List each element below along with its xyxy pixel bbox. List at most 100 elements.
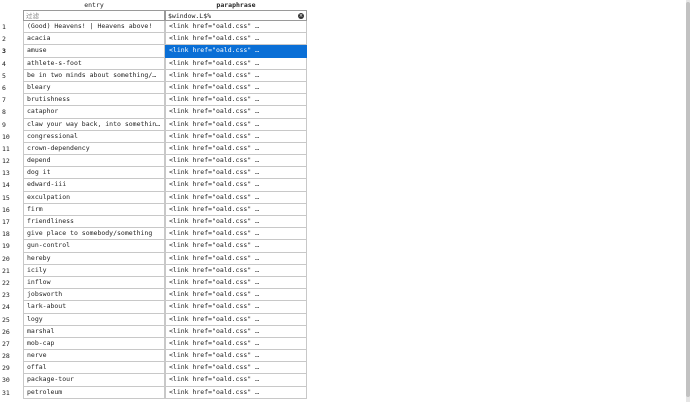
row-number[interactable]: 24 bbox=[2, 301, 22, 313]
row-number[interactable]: 31 bbox=[2, 387, 22, 399]
paraphrase-cell[interactable]: <link href="oald.css" … bbox=[165, 45, 307, 58]
paraphrase-cell[interactable]: <link href="oald.css" … bbox=[165, 106, 307, 119]
row-number[interactable]: 26 bbox=[2, 326, 22, 338]
row-number[interactable]: 4 bbox=[2, 58, 22, 70]
table-row[interactable]: 18 give place to somebody/something <link … bbox=[0, 228, 690, 241]
entry-cell[interactable]: crown-dependency bbox=[23, 142, 165, 156]
row-number[interactable]: 6 bbox=[2, 82, 22, 94]
paraphrase-cell[interactable]: <link href="oald.css" … bbox=[165, 276, 307, 290]
paraphrase-filter-input[interactable] bbox=[166, 11, 306, 20]
row-number[interactable]: 13 bbox=[2, 167, 22, 179]
row-number[interactable]: 28 bbox=[2, 350, 22, 362]
entry-cell[interactable]: be in two minds about something/… bbox=[23, 69, 165, 82]
column-header-entry[interactable]: entry bbox=[23, 0, 165, 10]
row-number[interactable]: 27 bbox=[2, 338, 22, 350]
paraphrase-cell[interactable]: <link href="oald.css" … bbox=[165, 252, 307, 265]
entry-cell[interactable]: cataphor bbox=[23, 106, 165, 119]
paraphrase-cell[interactable]: <link href="oald.css" … bbox=[165, 94, 307, 107]
entry-cell[interactable]: package-tour bbox=[23, 374, 165, 387]
entry-cell[interactable]: acacia bbox=[23, 33, 165, 46]
row-number[interactable]: 9 bbox=[2, 119, 22, 131]
row-number[interactable]: 2 bbox=[2, 33, 22, 45]
paraphrase-cell[interactable]: <link href="oald.css" … bbox=[165, 118, 307, 131]
table-row[interactable]: 15 exculpation <link href="oald.css" … bbox=[0, 191, 690, 204]
paraphrase-cell[interactable]: <link href="oald.css" … bbox=[165, 362, 307, 375]
entry-cell[interactable]: depend bbox=[23, 155, 165, 168]
entry-cell[interactable]: offal bbox=[23, 362, 165, 375]
entry-filter-field[interactable] bbox=[23, 10, 165, 21]
table-row[interactable]: 21 icily <link href="oald.css" … bbox=[0, 264, 690, 277]
table-row[interactable]: 11 crown-dependency <link href="oald.css" … bbox=[0, 142, 690, 156]
entry-cell[interactable]: jobsworth bbox=[23, 289, 165, 302]
paraphrase-cell[interactable]: <link href="oald.css" … bbox=[165, 301, 307, 314]
table-row[interactable]: 12 depend <link href="oald.css" … bbox=[0, 155, 690, 168]
entry-cell[interactable]: brutishness bbox=[23, 94, 165, 107]
paraphrase-cell[interactable]: <link href="oald.css" … bbox=[165, 264, 307, 277]
table-row[interactable]: 5 be in two minds about something/… <link … bbox=[0, 69, 690, 82]
row-number[interactable]: 30 bbox=[2, 374, 22, 386]
table-row[interactable]: 20 hereby <link href="oald.css" … bbox=[0, 252, 690, 265]
entry-cell[interactable]: give place to somebody/something bbox=[23, 228, 165, 241]
entry-cell[interactable]: (Good) Heavens! | Heavens above! bbox=[23, 21, 165, 34]
row-number[interactable]: 22 bbox=[2, 277, 22, 289]
entry-cell[interactable]: claw your way back, into something,… bbox=[23, 118, 165, 131]
paraphrase-cell[interactable]: <link href="oald.css" … bbox=[165, 374, 307, 387]
paraphrase-cell[interactable]: <link href="oald.css" … bbox=[165, 350, 307, 363]
table-row[interactable]: 8 cataphor <link href="oald.css" … bbox=[0, 106, 690, 119]
entry-cell[interactable]: logy bbox=[23, 313, 165, 326]
scrollbar-thumb[interactable] bbox=[686, 2, 690, 397]
table-row[interactable]: 7 brutishness <link href="oald.css" … bbox=[0, 94, 690, 107]
row-number[interactable]: 7 bbox=[2, 94, 22, 106]
row-number[interactable]: 25 bbox=[2, 314, 22, 326]
paraphrase-cell[interactable]: <link href="oald.css" … bbox=[165, 57, 307, 70]
table-row[interactable]: 26 marshal <link href="oald.css" … bbox=[0, 325, 690, 338]
paraphrase-cell[interactable]: <link href="oald.css" … bbox=[165, 191, 307, 204]
paraphrase-cell[interactable]: <link href="oald.css" … bbox=[165, 155, 307, 168]
table-row[interactable]: 1 (Good) Heavens! | Heavens above! <link h… bbox=[0, 21, 690, 34]
entry-cell[interactable]: bleary bbox=[23, 81, 165, 95]
row-number[interactable]: 12 bbox=[2, 155, 22, 167]
table-row[interactable]: 22 inflow <link href="oald.css" … bbox=[0, 276, 690, 290]
entry-cell[interactable]: inflow bbox=[23, 276, 165, 290]
entry-cell[interactable]: friendliness bbox=[23, 216, 165, 229]
paraphrase-cell[interactable]: <link href="oald.css" … bbox=[165, 81, 307, 95]
table-row[interactable]: 24 lark-about <link href="oald.css" … bbox=[0, 301, 690, 314]
table-row[interactable]: 4 athlete-s-foot <link href="oald.css" … bbox=[0, 57, 690, 70]
row-number[interactable]: 20 bbox=[2, 253, 22, 265]
paraphrase-cell[interactable]: <link href="oald.css" … bbox=[165, 216, 307, 229]
table-row[interactable]: 3 amuse <link href="oald.css" … bbox=[0, 45, 690, 58]
entry-cell[interactable]: marshal bbox=[23, 325, 165, 338]
row-number[interactable]: 3 bbox=[2, 45, 22, 57]
table-row[interactable]: 23 jobsworth <link href="oald.css" … bbox=[0, 289, 690, 302]
table-row[interactable]: 16 firm <link href="oald.css" … bbox=[0, 203, 690, 216]
paraphrase-cell[interactable]: <link href="oald.css" … bbox=[165, 69, 307, 82]
paraphrase-cell[interactable]: <link href="oald.css" … bbox=[165, 313, 307, 326]
table-row[interactable]: 19 gun-control <link href="oald.css" … bbox=[0, 240, 690, 253]
paraphrase-cell[interactable]: <link href="oald.css" … bbox=[165, 142, 307, 156]
table-row[interactable]: 28 nerve <link href="oald.css" … bbox=[0, 350, 690, 363]
row-number[interactable]: 14 bbox=[2, 179, 22, 191]
entry-cell[interactable]: athlete-s-foot bbox=[23, 57, 165, 70]
entry-cell[interactable]: congressional bbox=[23, 130, 165, 143]
row-number[interactable]: 19 bbox=[2, 240, 22, 252]
table-row[interactable]: 6 bleary <link href="oald.css" … bbox=[0, 81, 690, 95]
paraphrase-cell[interactable]: <link href="oald.css" … bbox=[165, 228, 307, 241]
row-number[interactable]: 10 bbox=[2, 131, 22, 143]
row-number[interactable]: 23 bbox=[2, 289, 22, 301]
table-row[interactable]: 13 dog it <link href="oald.css" … bbox=[0, 167, 690, 180]
entry-cell[interactable]: dog it bbox=[23, 167, 165, 180]
row-number[interactable]: 16 bbox=[2, 204, 22, 216]
table-row[interactable]: 31 petroleum <link href="oald.css" … bbox=[0, 386, 690, 399]
row-number[interactable]: 17 bbox=[2, 216, 22, 228]
column-header-paraphrase[interactable]: paraphrase bbox=[165, 0, 307, 10]
paraphrase-cell[interactable]: <link href="oald.css" … bbox=[165, 203, 307, 216]
paraphrase-cell[interactable]: <link href="oald.css" … bbox=[165, 386, 307, 399]
clear-filter-icon[interactable]: × bbox=[298, 13, 304, 19]
paraphrase-cell[interactable]: <link href="oald.css" … bbox=[165, 325, 307, 338]
row-number[interactable]: 18 bbox=[2, 228, 22, 240]
paraphrase-cell[interactable]: <link href="oald.css" … bbox=[165, 21, 307, 34]
table-row[interactable]: 27 mob-cap <link href="oald.css" … bbox=[0, 337, 690, 351]
entry-cell[interactable]: nerve bbox=[23, 350, 165, 363]
entry-filter-input[interactable] bbox=[24, 11, 164, 20]
table-row[interactable]: 2 acacia <link href="oald.css" … bbox=[0, 33, 690, 46]
